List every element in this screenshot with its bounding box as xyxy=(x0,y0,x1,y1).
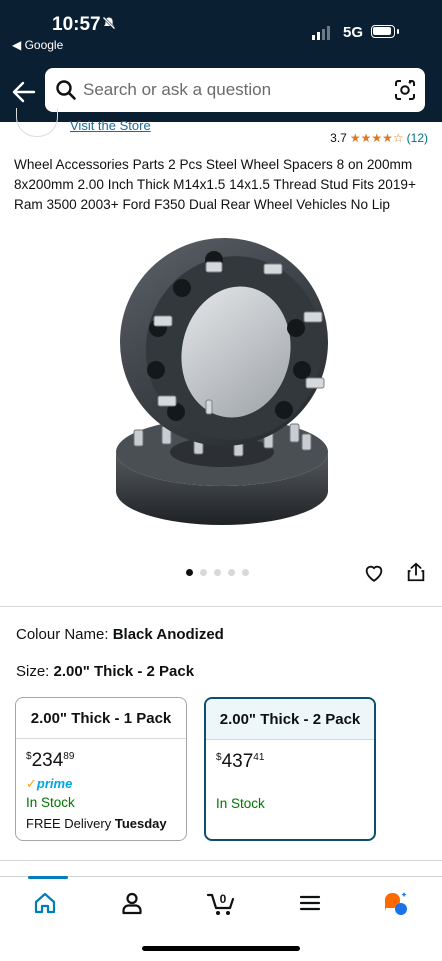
carousel-dots[interactable] xyxy=(186,569,249,576)
price-currency: $ xyxy=(216,752,222,763)
silent-bell-icon xyxy=(102,16,116,33)
size-option-1-pack[interactable]: 2.00" Thick - 1 Pack $23489 ✓prime In St… xyxy=(15,697,187,841)
option-price: $43741 xyxy=(216,751,264,773)
carousel-dot[interactable] xyxy=(186,569,193,576)
share-icon[interactable] xyxy=(405,561,427,588)
size-row: Size: 2.00" Thick - 2 Pack xyxy=(16,663,194,680)
carousel-dot[interactable] xyxy=(200,569,207,576)
carousel-dot[interactable] xyxy=(242,569,249,576)
price-cents: 89 xyxy=(63,751,75,762)
rating-summary[interactable]: 3.7 ★★★★☆ (12) xyxy=(330,131,428,145)
search-icon xyxy=(55,79,77,106)
rating-stars: ★★★★☆ xyxy=(349,131,404,145)
heart-icon[interactable] xyxy=(363,562,385,589)
search-bar[interactable] xyxy=(45,68,425,112)
active-tab-indicator xyxy=(28,876,68,879)
visit-store-link[interactable]: Visit the Store xyxy=(70,118,151,133)
price-whole: 437 xyxy=(221,751,254,772)
delivery-day: Tuesday xyxy=(114,816,167,831)
signal-icon xyxy=(312,26,330,40)
colour-label: Colour Name: xyxy=(16,626,109,643)
price-currency: $ xyxy=(26,751,32,762)
store-logo[interactable] xyxy=(16,108,58,137)
option-name: 2.00" Thick - 1 Pack xyxy=(16,698,186,739)
rating-count[interactable]: (12) xyxy=(407,131,428,145)
stock-status: In Stock xyxy=(26,795,75,810)
search-input[interactable] xyxy=(83,68,383,112)
home-indicator xyxy=(142,946,300,951)
cart-count: 0 xyxy=(220,892,227,906)
option-name: 2.00" Thick - 2 Pack xyxy=(206,699,374,740)
app-header: 10:57 ◀ Google 5G xyxy=(0,0,442,122)
size-option-2-pack[interactable]: 2.00" Thick - 2 Pack $43741 In Stock xyxy=(204,697,376,841)
battery-icon xyxy=(371,25,395,38)
size-value: 2.00" Thick - 2 Pack xyxy=(53,663,195,680)
camera-lens-icon[interactable] xyxy=(393,78,417,107)
carousel-dot[interactable] xyxy=(228,569,235,576)
network-type: 5G xyxy=(343,24,364,41)
option-price: $23489 xyxy=(26,750,74,772)
price-whole: 234 xyxy=(31,750,64,771)
stock-status: In Stock xyxy=(216,796,265,811)
prime-badge: ✓prime xyxy=(26,776,72,792)
back-arrow-icon[interactable] xyxy=(10,78,38,106)
delivery-prefix: FREE Delivery xyxy=(26,816,115,831)
product-image[interactable] xyxy=(106,236,338,536)
section-divider xyxy=(0,606,442,607)
size-label: Size: xyxy=(16,663,50,680)
price-cents: 41 xyxy=(253,752,265,763)
rufus-assistant-icon[interactable] xyxy=(382,890,408,916)
prime-label: prime xyxy=(36,776,73,791)
prime-check-icon: ✓ xyxy=(26,776,37,791)
home-icon[interactable] xyxy=(32,890,58,916)
colour-value: Black Anodized xyxy=(112,626,224,643)
menu-icon[interactable] xyxy=(297,890,323,916)
account-icon[interactable] xyxy=(119,890,145,916)
colour-row: Colour Name: Black Anodized xyxy=(16,626,224,643)
carousel-dot[interactable] xyxy=(214,569,221,576)
cart-icon[interactable]: 0 xyxy=(206,890,238,916)
product-title: Wheel Accessories Parts 2 Pcs Steel Whee… xyxy=(14,157,416,212)
rating-value: 3.7 xyxy=(330,131,347,145)
back-to-google-link[interactable]: ◀ Google xyxy=(12,38,63,52)
delivery-info: FREE Delivery Tuesday xyxy=(26,816,167,831)
status-time: 10:57 xyxy=(52,14,101,35)
battery-tip xyxy=(397,29,399,34)
section-divider xyxy=(0,860,442,861)
